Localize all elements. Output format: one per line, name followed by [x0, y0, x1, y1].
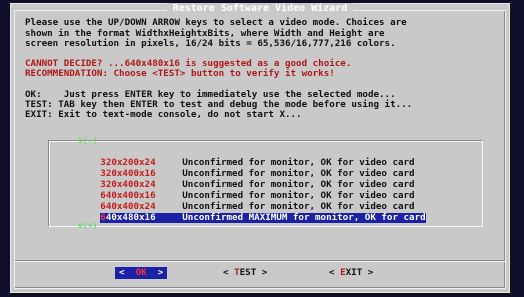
recommendation-text: RECOMMENDATION: Choose <TEST> button to …	[25, 68, 335, 79]
help-exit-text: EXIT: Exit to text-mode console, do not …	[25, 109, 302, 120]
mode-value: 640x480x16	[100, 212, 183, 223]
ok-label: OK	[124, 267, 147, 278]
scroll-up-indicator: v(-)	[78, 136, 98, 145]
scroll-down-indicator: v(+)	[78, 221, 98, 230]
mode-row[interactable]: 320x400x16 Unconfirmed for monitor, OK fo…	[56, 159, 414, 179]
mode-row-selected[interactable]: 640x480x16 Unconfirmed MAXIMUM for monito…	[56, 203, 426, 223]
button-divider	[15, 260, 505, 262]
button-bar: < OK > < TEST > < EXIT >	[11, 267, 509, 279]
test-bracket-left: <	[223, 267, 235, 278]
ok-button[interactable]: < OK >	[115, 267, 168, 279]
mode-description: Unconfirmed MAXIMUM for monitor, OK for …	[182, 212, 426, 223]
mode-row[interactable]: 640x400x16 Unconfirmed for monitor, OK fo…	[56, 181, 414, 201]
video-mode-list[interactable]: v(-) 320x200x24 Unconfirmed for monitor, …	[49, 136, 483, 230]
test-button[interactable]: < TEST >	[223, 267, 267, 279]
exit-label: XIT >	[345, 267, 374, 278]
exit-button[interactable]: < EXIT >	[329, 267, 373, 279]
dialog-title: Restore Software Video Wizard	[11, 3, 509, 14]
mode-resolution: 40x480x16	[105, 212, 156, 223]
intro-line-3: screen resolution in pixels, 16/24 bits …	[25, 38, 396, 49]
test-label: EST >	[239, 267, 268, 278]
mode-row[interactable]: 320x200x24 Unconfirmed for monitor, OK fo…	[56, 148, 414, 168]
ok-bracket-right: >	[146, 267, 164, 278]
exit-bracket-left: <	[329, 267, 341, 278]
video-wizard-dialog: Restore Software Video Wizard Please use…	[10, 3, 510, 293]
mode-row[interactable]: 640x400x24 Unconfirmed for monitor, OK fo…	[56, 192, 414, 212]
console-screen: Restore Software Video Wizard Please use…	[0, 0, 524, 297]
mode-row[interactable]: 320x400x24 Unconfirmed for monitor, OK fo…	[56, 170, 414, 190]
intro-line-1: Please use the UP/DOWN ARROW keys to sel…	[25, 17, 407, 28]
